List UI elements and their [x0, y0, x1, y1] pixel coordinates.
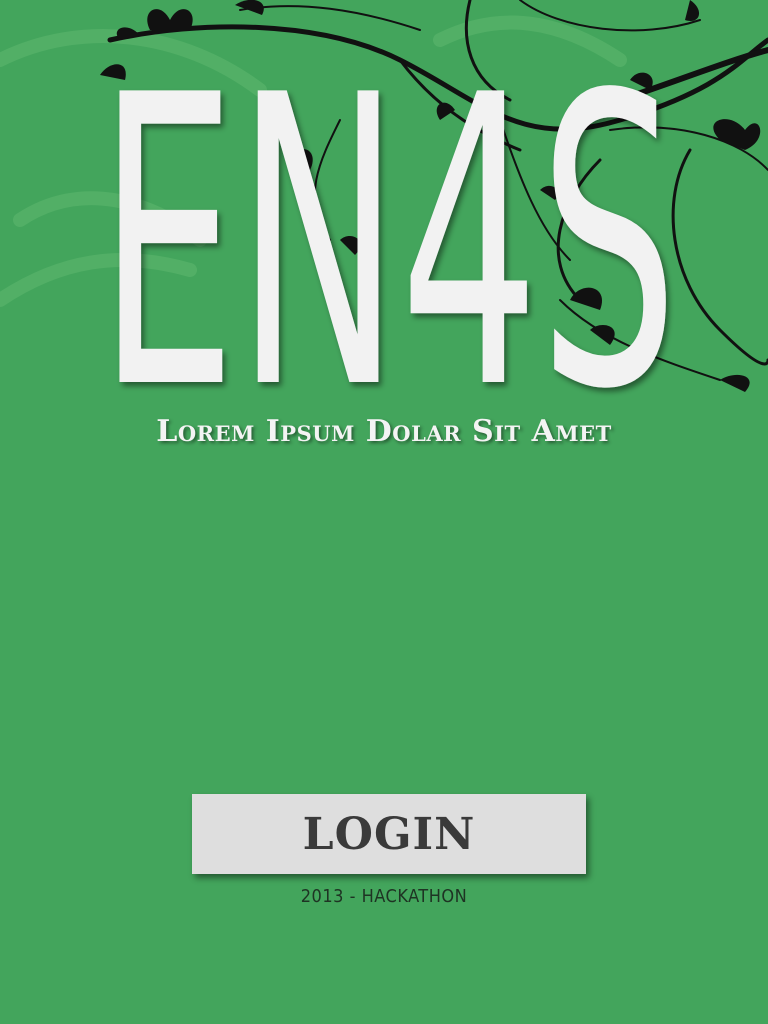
splash-screen: EN4S Lorem Ipsum Dolar Sit Amet LOGIN 20…: [0, 0, 768, 1024]
login-button[interactable]: LOGIN: [192, 794, 586, 874]
app-tagline: Lorem Ipsum Dolar Sit Amet: [156, 414, 612, 449]
footer-text: 2013 - HACKATHON: [300, 886, 468, 907]
app-logo-text: EN4S: [98, 12, 678, 477]
app-logo: EN4S: [98, 12, 678, 477]
